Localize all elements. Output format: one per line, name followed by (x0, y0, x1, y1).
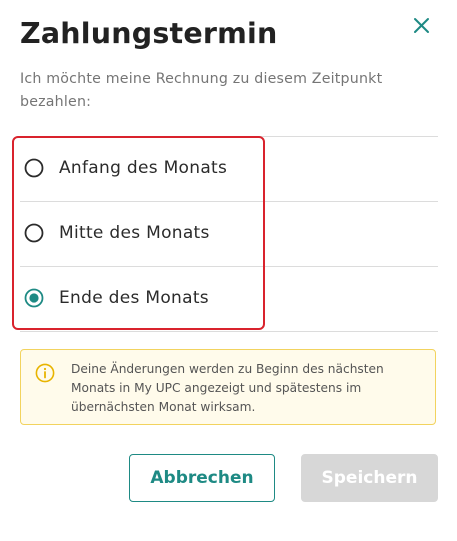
close-button[interactable] (408, 12, 436, 40)
info-notice: Deine Änderungen werden zu Beginn des nä… (20, 349, 436, 425)
save-button[interactable]: Speichern (301, 454, 438, 502)
dialog-title: Zahlungstermin (20, 17, 278, 50)
info-text: Deine Änderungen werden zu Beginn des nä… (71, 362, 384, 414)
dialog-description: Ich möchte meine Rechnung zu diesem Zeit… (20, 71, 383, 110)
option-label: Ende des Monats (59, 288, 209, 308)
info-icon (35, 363, 55, 383)
option-label: Anfang des Monats (59, 158, 228, 178)
payment-date-options: Anfang des Monats Mitte des Monats Ende … (20, 136, 438, 332)
radio-selected-icon[interactable] (24, 288, 44, 308)
option-anfang[interactable]: Anfang des Monats (20, 137, 438, 202)
option-label: Mitte des Monats (59, 223, 210, 243)
radio-unselected-icon[interactable] (24, 223, 44, 243)
option-mitte[interactable]: Mitte des Monats (20, 202, 438, 267)
close-icon (414, 18, 429, 33)
cancel-button[interactable]: Abbrechen (129, 454, 275, 502)
payment-date-dialog: Zahlungstermin Ich möchte meine Rechnung… (0, 0, 457, 541)
radio-unselected-icon[interactable] (24, 158, 44, 178)
option-ende[interactable]: Ende des Monats (20, 267, 438, 332)
